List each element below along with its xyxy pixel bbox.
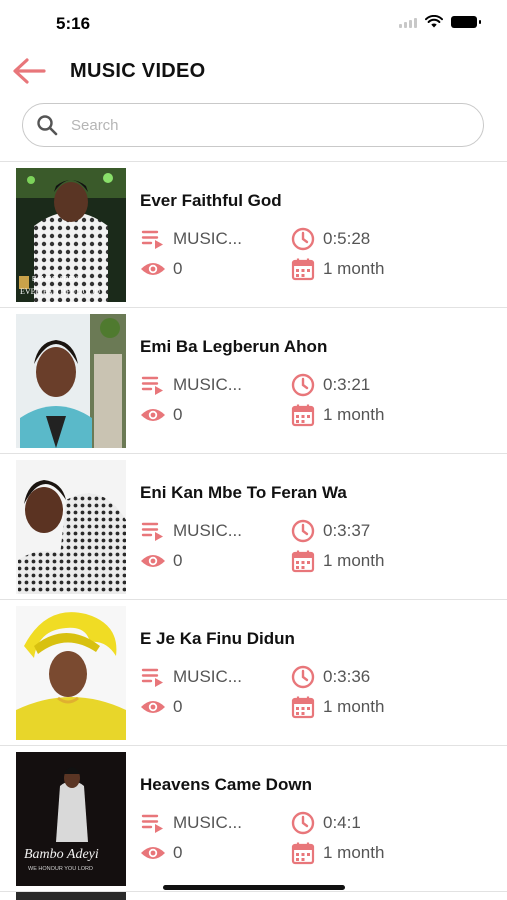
views-count: 0: [173, 697, 183, 716]
video-title[interactable]: E Je Ka Finu Didun: [140, 629, 295, 649]
video-title[interactable]: Ever Faithful God: [140, 191, 282, 211]
video-views: 0: [140, 842, 182, 864]
calendar-icon: [291, 550, 315, 573]
video-title[interactable]: Eni Kan Mbe To Feran Wa: [140, 483, 347, 503]
video-date: 1 month: [290, 842, 385, 865]
eye-icon: [141, 701, 165, 713]
playlist-icon: [141, 230, 163, 249]
date-label: 1 month: [323, 405, 385, 424]
date-label: 1 month: [323, 843, 385, 862]
clock-icon: [291, 665, 315, 689]
video-date: 1 month: [290, 404, 385, 427]
search-bar[interactable]: [22, 103, 484, 147]
video-views: 0: [140, 696, 182, 718]
video-duration: 0:3:21: [290, 373, 371, 397]
eye-icon: [141, 555, 165, 567]
calendar-icon: [291, 404, 315, 427]
video-views: 0: [140, 258, 182, 280]
thumb-text: EVER FAITHFUL GOD: [20, 287, 100, 296]
video-duration: 0:3:36: [290, 665, 371, 689]
category-label: MUSIC...: [173, 521, 242, 540]
clock-icon: [291, 227, 315, 251]
playlist-icon: [141, 522, 163, 541]
battery-icon: [451, 15, 481, 28]
video-item[interactable]: Bambo Adeyi WE HONOUR YOU LORD Heavens C…: [0, 746, 507, 892]
duration-label: 0:3:36: [323, 667, 371, 686]
calendar-icon: [291, 842, 315, 865]
eye-icon: [141, 263, 165, 275]
video-date: 1 month: [290, 258, 385, 281]
category-label: MUSIC...: [173, 667, 242, 686]
video-thumbnail[interactable]: [16, 606, 126, 740]
video-duration: 0:5:28: [290, 227, 371, 251]
status-icons: [399, 15, 481, 28]
status-bar: 5:16: [0, 0, 507, 46]
duration-label: 0:3:21: [323, 375, 371, 394]
video-date: 1 month: [290, 550, 385, 573]
duration-label: 0:3:37: [323, 521, 371, 540]
calendar-icon: [291, 258, 315, 281]
video-list: BAMBO ADEYI EVER FAITHFUL GOD Ever Faith…: [0, 161, 507, 892]
duration-label: 0:4:1: [323, 813, 361, 832]
clock-icon: [291, 373, 315, 397]
video-item[interactable]: Eni Kan Mbe To Feran Wa MUSIC... 0 0:3:3…: [0, 454, 507, 600]
date-label: 1 month: [323, 697, 385, 716]
video-title[interactable]: Heavens Came Down: [140, 775, 312, 795]
thumb-text: WE HONOUR YOU LORD: [28, 866, 93, 872]
app-header: MUSIC VIDEO: [0, 46, 507, 96]
video-category: MUSIC...: [140, 228, 242, 250]
views-count: 0: [173, 551, 183, 570]
views-count: 0: [173, 405, 183, 424]
page-title: MUSIC VIDEO: [70, 60, 206, 82]
views-count: 0: [173, 259, 183, 278]
video-item[interactable]: BAMBO ADEYI EVER FAITHFUL GOD Ever Faith…: [0, 162, 507, 308]
playlist-icon: [141, 668, 163, 687]
video-thumbnail-partial[interactable]: [16, 892, 126, 900]
calendar-icon: [291, 696, 315, 719]
search-input[interactable]: [69, 115, 453, 135]
playlist-icon: [141, 376, 163, 395]
clock-icon: [291, 519, 315, 543]
video-thumbnail[interactable]: BAMBO ADEYI EVER FAITHFUL GOD: [16, 168, 126, 302]
video-thumbnail[interactable]: [16, 460, 126, 594]
playlist-icon: [141, 814, 163, 833]
date-label: 1 month: [323, 551, 385, 570]
video-category: MUSIC...: [140, 666, 242, 688]
video-item[interactable]: Emi Ba Legberun Ahon MUSIC... 0 0:3:21 1…: [0, 308, 507, 454]
duration-label: 0:5:28: [323, 229, 371, 248]
video-views: 0: [140, 550, 182, 572]
video-title[interactable]: Emi Ba Legberun Ahon: [140, 337, 327, 357]
thumb-text: BAMBO ADEYI: [32, 276, 80, 283]
video-views: 0: [140, 404, 182, 426]
date-label: 1 month: [323, 259, 385, 278]
views-count: 0: [173, 843, 183, 862]
video-item[interactable]: E Je Ka Finu Didun MUSIC... 0 0:3:36 1 m…: [0, 600, 507, 746]
video-date: 1 month: [290, 696, 385, 719]
wifi-icon: [425, 15, 443, 28]
signal-icon: [399, 16, 417, 28]
status-time: 5:16: [56, 14, 91, 33]
eye-icon: [141, 847, 165, 859]
eye-icon: [141, 409, 165, 421]
video-duration: 0:3:37: [290, 519, 371, 543]
category-label: MUSIC...: [173, 375, 242, 394]
video-category: MUSIC...: [140, 520, 242, 542]
back-button[interactable]: [10, 56, 48, 86]
video-category: MUSIC...: [140, 812, 242, 834]
arrow-left-icon: [13, 58, 46, 84]
home-indicator[interactable]: [163, 885, 345, 890]
video-thumbnail[interactable]: [16, 314, 126, 448]
category-label: MUSIC...: [173, 229, 242, 248]
video-duration: 0:4:1: [290, 811, 361, 835]
video-thumbnail[interactable]: Bambo Adeyi WE HONOUR YOU LORD: [16, 752, 126, 886]
thumb-text: Bambo Adeyi: [24, 847, 99, 862]
category-label: MUSIC...: [173, 813, 242, 832]
clock-icon: [291, 811, 315, 835]
search-icon: [37, 115, 58, 136]
video-category: MUSIC...: [140, 374, 242, 396]
